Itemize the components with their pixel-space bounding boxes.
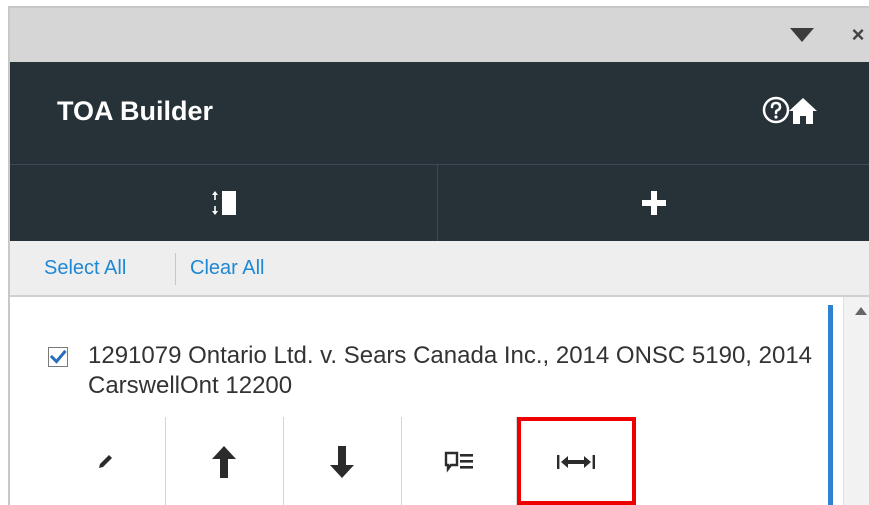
arrow-down-icon [330, 446, 354, 478]
pane-title-bar: × [10, 8, 869, 62]
citation-checkbox[interactable] [48, 347, 68, 367]
home-icon [789, 98, 817, 124]
move-down-button[interactable] [283, 419, 401, 505]
add-citation-button[interactable] [438, 165, 869, 241]
pane-menu-button[interactable] [780, 8, 824, 62]
plus-icon [641, 191, 666, 215]
comment-list-icon [444, 451, 473, 473]
sort-bar-icon [211, 191, 236, 215]
pencil-icon [99, 455, 112, 468]
question-circle-icon [762, 96, 790, 124]
page-title: TOA Builder [57, 96, 214, 126]
expand-width-button[interactable] [516, 419, 636, 505]
arrow-up-icon [212, 446, 236, 478]
help-button[interactable] [762, 96, 790, 124]
select-all-link[interactable]: Select All [44, 257, 126, 280]
toa-builder-window: × TOA Builder Select All Clear All 12910… [0, 0, 869, 505]
home-button[interactable] [788, 97, 818, 125]
close-icon: × [851, 22, 865, 47]
citation-text: 1291079 Ontario Ltd. v. Sears Canada Inc… [88, 342, 813, 399]
checkmark-icon [49, 349, 67, 364]
selected-item-accent [828, 305, 833, 505]
citation-list: 1291079 Ontario Ltd. v. Sears Canada Inc… [10, 297, 869, 505]
selection-bar: Select All Clear All [10, 241, 869, 297]
clear-all-link[interactable]: Clear All [190, 257, 264, 280]
arrows-horizontal-icon [557, 455, 595, 469]
move-up-button[interactable] [165, 419, 283, 505]
link-divider [175, 253, 176, 285]
header: TOA Builder [10, 62, 869, 164]
sort-button[interactable] [10, 165, 438, 241]
scrollbar[interactable] [843, 297, 869, 505]
scroll-up-arrow-icon[interactable] [855, 307, 867, 315]
note-button[interactable] [401, 419, 516, 505]
triangle-down-icon [790, 28, 814, 42]
close-button[interactable]: × [840, 8, 869, 62]
main-toolbar [10, 164, 869, 241]
edit-button[interactable] [45, 419, 165, 505]
